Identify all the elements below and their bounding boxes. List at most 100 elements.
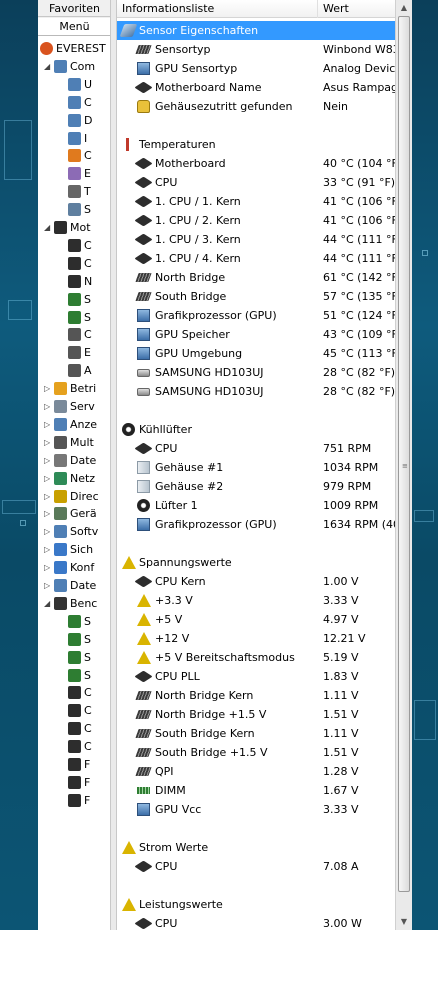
field-name: CPU bbox=[155, 176, 178, 189]
table-row[interactable]: South Bridge 57 °C (135 °F bbox=[117, 287, 395, 306]
sensor-icon bbox=[119, 24, 138, 37]
table-row[interactable]: North Bridge Kern 1.11 V bbox=[117, 686, 395, 705]
field-value: 3.33 V bbox=[323, 803, 359, 816]
table-row[interactable]: South Bridge +1.5 V 1.51 V bbox=[117, 743, 395, 762]
field-value: 1.11 V bbox=[323, 689, 359, 702]
table-row[interactable]: Grafikprozessor (GPU) 1634 RPM (40 bbox=[117, 515, 395, 534]
scroll-up-arrow-icon[interactable]: ▲ bbox=[396, 0, 412, 16]
field-value: 41 °C (106 °F bbox=[323, 214, 395, 227]
table-row[interactable]: 1. CPU / 2. Kern 41 °C (106 °F bbox=[117, 211, 395, 230]
table-row[interactable]: North Bridge 61 °C (142 °F bbox=[117, 268, 395, 287]
field-value: 28 °C (82 °F) bbox=[323, 385, 395, 398]
expand-arrow-icon[interactable]: ▷ bbox=[44, 456, 52, 465]
collapse-arrow-icon[interactable]: ◢ bbox=[44, 224, 52, 232]
table-row[interactable]: Gehäusezutritt gefunden Nein bbox=[117, 97, 395, 116]
table-row[interactable]: DIMM 1.67 V bbox=[117, 781, 395, 800]
cpu-icon bbox=[134, 917, 153, 930]
tree-item-label: C bbox=[84, 704, 92, 718]
expand-arrow-icon[interactable]: ▷ bbox=[44, 438, 52, 447]
table-row[interactable]: GPU Vcc 3.33 V bbox=[117, 800, 395, 819]
table-row[interactable]: CPU 7.08 A bbox=[117, 857, 395, 876]
field-name: Grafikprozessor (GPU) bbox=[155, 309, 277, 322]
display-icon bbox=[54, 417, 67, 431]
table-row[interactable]: Grafikprozessor (GPU) 51 °C (124 °F bbox=[117, 306, 395, 325]
column-header-name[interactable]: Informationsliste bbox=[117, 0, 318, 18]
tab-favorites[interactable]: Favoriten bbox=[38, 0, 110, 17]
expand-arrow-icon[interactable]: ▷ bbox=[44, 492, 52, 501]
expand-arrow-icon[interactable]: ▷ bbox=[44, 403, 52, 411]
expand-arrow-icon[interactable]: ▷ bbox=[44, 510, 52, 518]
tree-item-label: Netz bbox=[70, 471, 96, 485]
table-row[interactable]: GPU Umgebung 45 °C (113 °F bbox=[117, 344, 395, 363]
table-row[interactable]: CPU 751 RPM bbox=[117, 439, 395, 458]
table-row[interactable]: SAMSUNG HD103UJ 28 °C (82 °F) bbox=[117, 382, 395, 401]
table-row[interactable]: +5 V 4.97 V bbox=[117, 610, 395, 629]
column-header-value[interactable]: Wert bbox=[318, 0, 395, 18]
expand-arrow-icon[interactable]: ▷ bbox=[44, 528, 52, 536]
group-header-row[interactable]: Strom Werte bbox=[117, 838, 395, 857]
motherboard-icon bbox=[68, 274, 81, 288]
collapse-arrow-icon[interactable]: ◢ bbox=[44, 599, 52, 608]
expand-arrow-icon[interactable]: ▷ bbox=[44, 546, 52, 554]
group-header-row[interactable]: Leistungswerte bbox=[117, 895, 395, 914]
table-row[interactable]: CPU PLL 1.83 V bbox=[117, 667, 395, 686]
config-icon bbox=[54, 561, 67, 575]
table-row[interactable]: GPU Speicher 43 °C (109 °F bbox=[117, 325, 395, 344]
field-value: 1.28 V bbox=[323, 765, 359, 778]
expand-arrow-icon[interactable]: ▷ bbox=[44, 385, 52, 393]
table-row[interactable]: Lüfter 1 1009 RPM bbox=[117, 496, 395, 515]
tab-menu[interactable]: Menü bbox=[38, 18, 110, 35]
table-row[interactable]: South Bridge Kern 1.11 V bbox=[117, 724, 395, 743]
field-name: GPU Umgebung bbox=[155, 347, 243, 360]
table-row[interactable]: Sensortyp Winbond W83 bbox=[117, 40, 395, 59]
collapse-arrow-icon[interactable]: ◢ bbox=[44, 62, 52, 71]
tree-item-label: C bbox=[84, 256, 92, 270]
table-row[interactable]: CPU 3.00 W bbox=[117, 914, 395, 930]
warning-icon bbox=[122, 556, 136, 569]
vertical-scrollbar[interactable]: ▲ ≡ ▼ bbox=[395, 0, 412, 930]
expand-arrow-icon[interactable]: ▷ bbox=[44, 474, 52, 483]
table-row[interactable]: +3.3 V 3.33 V bbox=[117, 591, 395, 610]
group-title: Kühllüfter bbox=[139, 423, 192, 436]
chip-icon bbox=[135, 709, 152, 720]
gpu-icon bbox=[137, 347, 150, 360]
group-header-row[interactable]: Spannungswerte bbox=[117, 553, 395, 572]
expand-arrow-icon[interactable]: ▷ bbox=[44, 564, 52, 572]
warning-icon bbox=[122, 841, 136, 854]
table-row[interactable]: SAMSUNG HD103UJ 28 °C (82 °F) bbox=[117, 363, 395, 382]
table-row[interactable]: 1. CPU / 3. Kern 44 °C (111 °F bbox=[117, 230, 395, 249]
table-row[interactable]: GPU Sensortyp Analog Devic bbox=[117, 59, 395, 78]
scroll-down-arrow-icon[interactable]: ▼ bbox=[396, 914, 412, 930]
table-row[interactable]: Motherboard Name Asus Rampag bbox=[117, 78, 395, 97]
table-row[interactable]: Motherboard 40 °C (104 °F bbox=[117, 154, 395, 173]
laptop-icon bbox=[68, 185, 81, 199]
scrollbar-thumb[interactable]: ≡ bbox=[398, 16, 410, 892]
expand-arrow-icon[interactable]: ▷ bbox=[44, 420, 52, 429]
field-name: Grafikprozessor (GPU) bbox=[155, 518, 277, 531]
expand-arrow-icon[interactable]: ▷ bbox=[44, 582, 52, 590]
table-row[interactable]: 1. CPU / 4. Kern 44 °C (111 °F bbox=[117, 249, 395, 268]
navigation-pane[interactable]: Favoriten Menü EVEREST ◢ Com U C D I C E T S ◢ Mot C C… bbox=[38, 0, 111, 930]
field-value: 40 °C (104 °F bbox=[323, 157, 395, 170]
table-row[interactable]: CPU 33 °C (91 °F) bbox=[117, 173, 395, 192]
desktop-pattern bbox=[8, 300, 32, 320]
field-name: South Bridge Kern bbox=[155, 727, 255, 740]
server-icon bbox=[54, 400, 67, 413]
table-row[interactable]: Gehäuse #1 1034 RPM bbox=[117, 458, 395, 477]
grip-icon: ≡ bbox=[402, 462, 408, 470]
table-row[interactable]: +5 V Bereitschaftsmodus 5.19 V bbox=[117, 648, 395, 667]
group-header-row[interactable]: Sensor Eigenschaften bbox=[117, 21, 395, 40]
group-header-row[interactable]: Temperaturen bbox=[117, 135, 395, 154]
table-row[interactable]: 1. CPU / 1. Kern 41 °C (106 °F bbox=[117, 192, 395, 211]
field-value: 28 °C (82 °F) bbox=[323, 366, 395, 379]
table-row[interactable]: CPU Kern 1.00 V bbox=[117, 572, 395, 591]
group-header-row[interactable]: Kühllüfter bbox=[117, 420, 395, 439]
table-row[interactable]: +12 V 12.21 V bbox=[117, 629, 395, 648]
tree-item-label: C bbox=[84, 149, 92, 163]
tree-item-label: U bbox=[84, 77, 93, 91]
table-row[interactable]: QPI 1.28 V bbox=[117, 762, 395, 781]
field-value: Winbond W83 bbox=[323, 43, 395, 56]
table-row[interactable]: Gehäuse #2 979 RPM bbox=[117, 477, 395, 496]
table-row[interactable]: North Bridge +1.5 V 1.51 V bbox=[117, 705, 395, 724]
left-tabs: Favoriten Menü bbox=[38, 0, 110, 36]
